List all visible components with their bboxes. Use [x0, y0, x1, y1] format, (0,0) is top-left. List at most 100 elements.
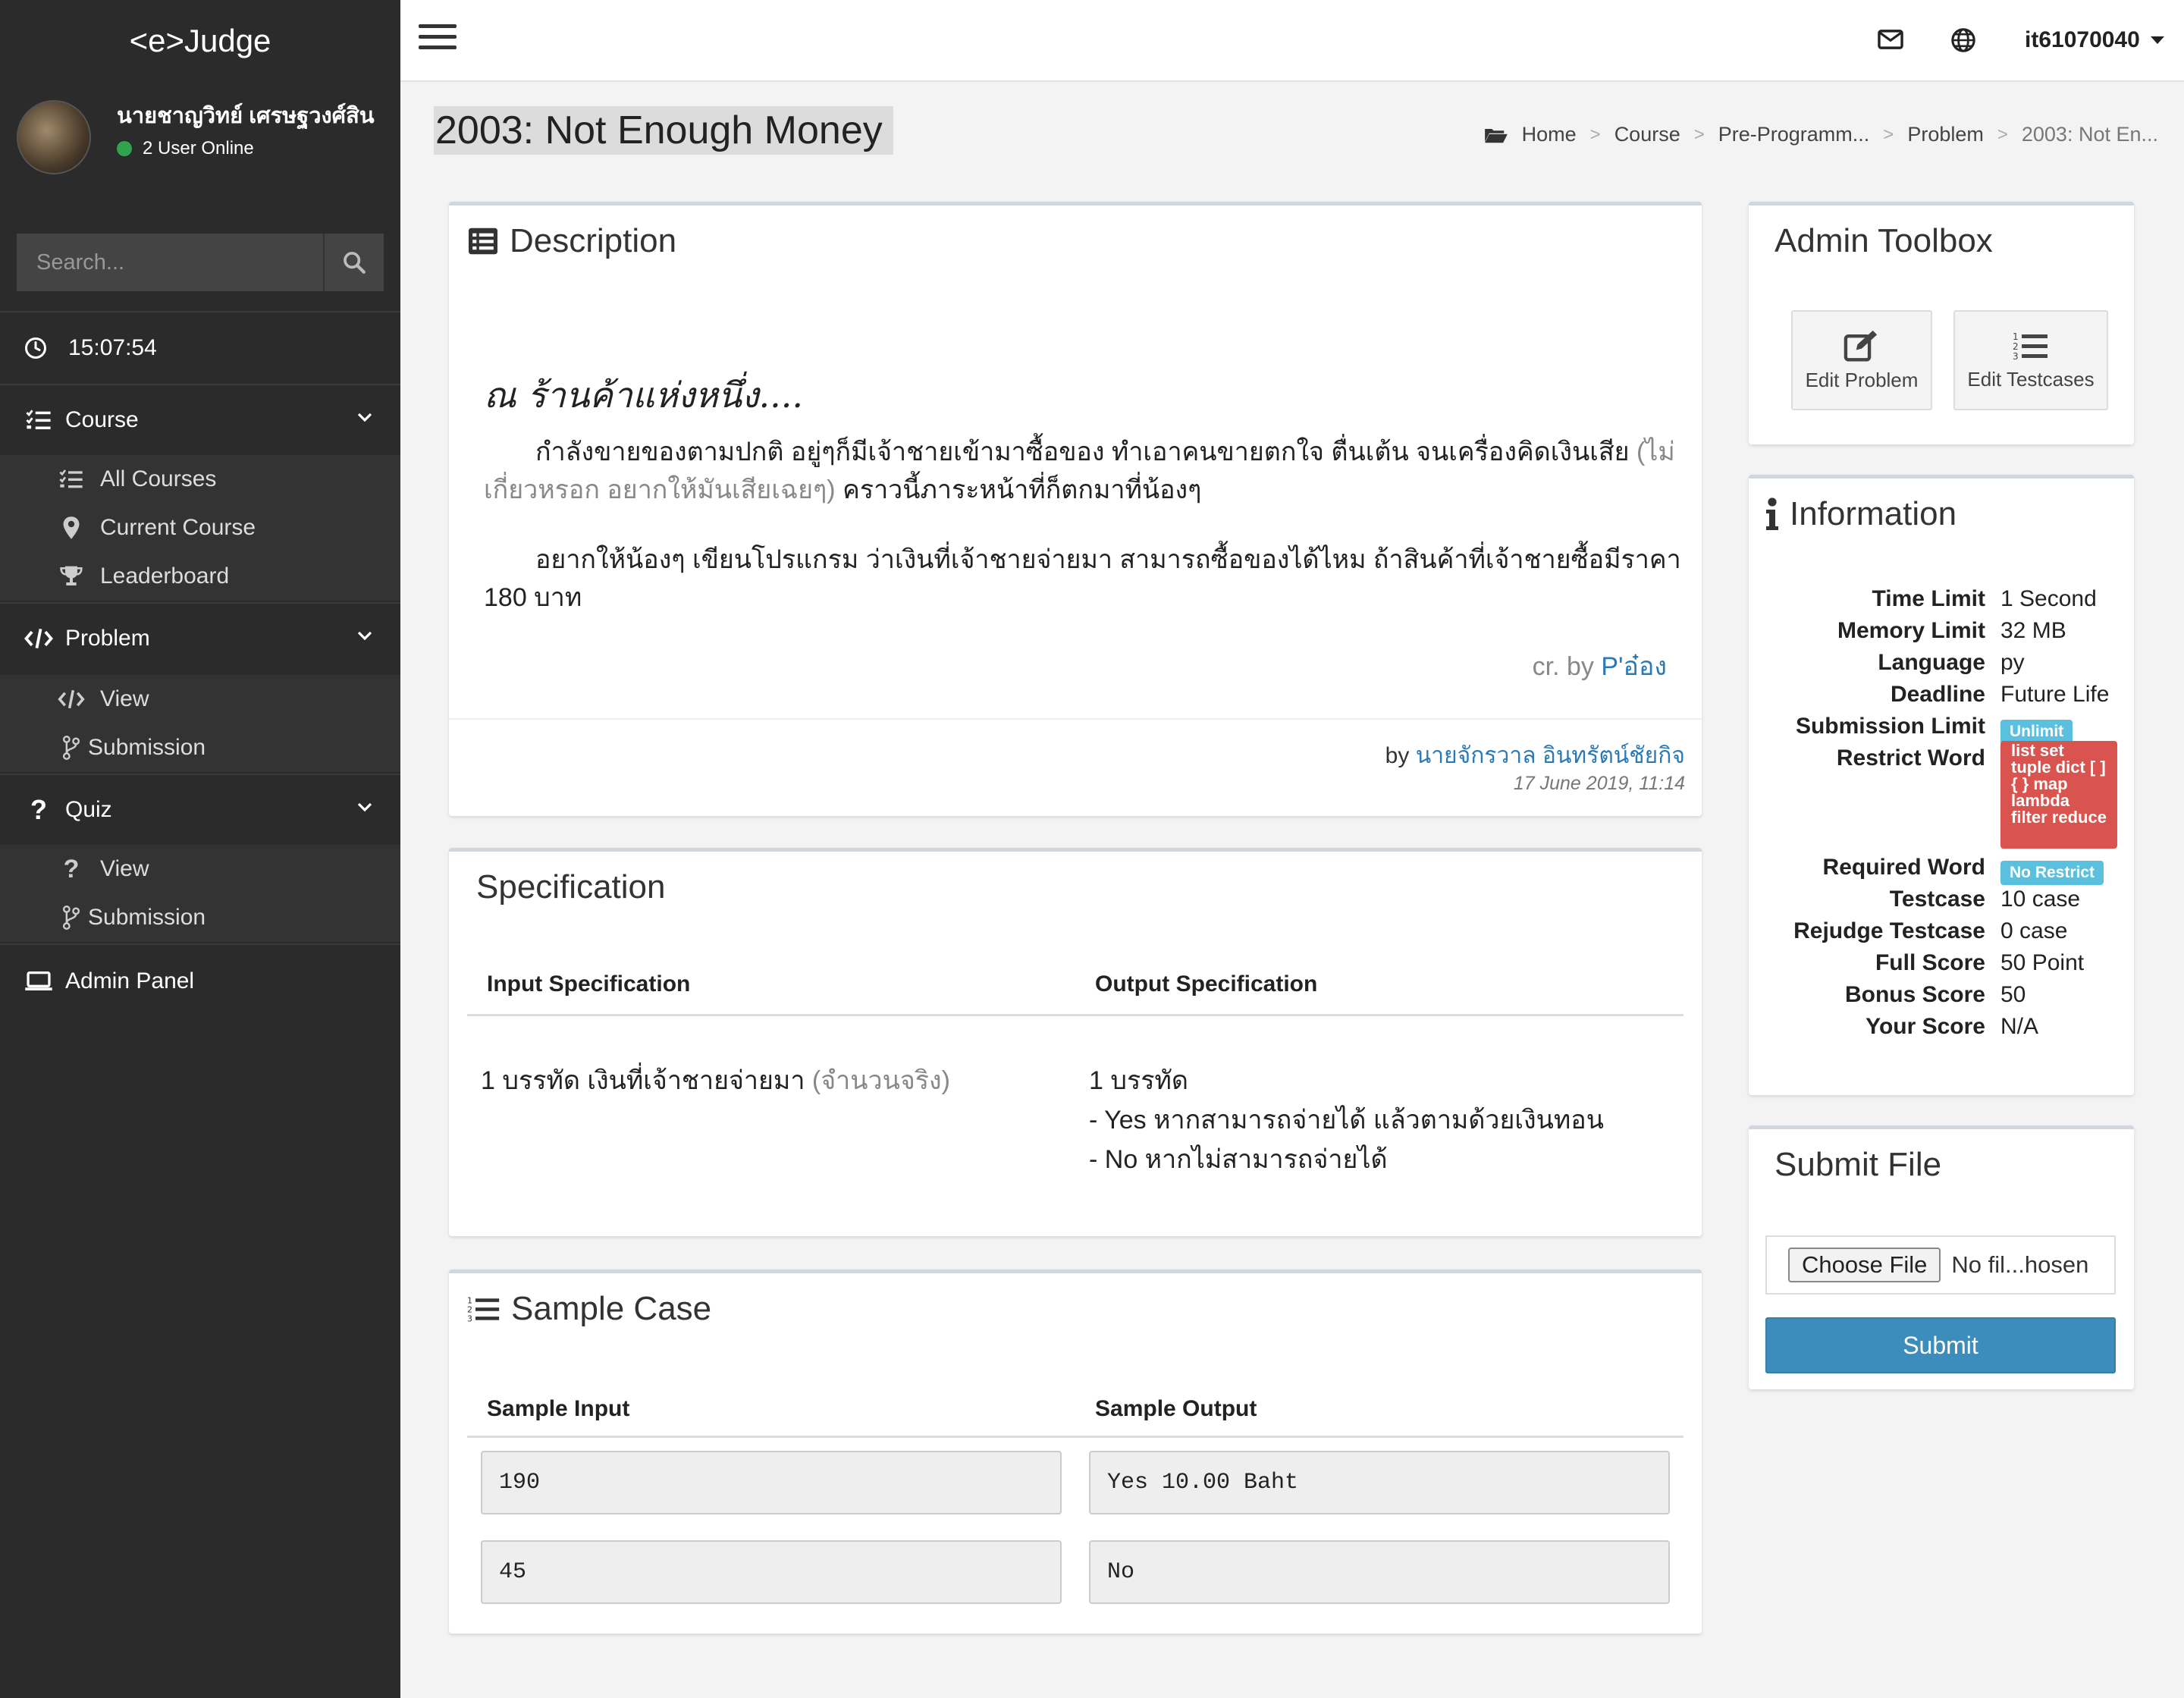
paragraph-text: คราวนี้ภาระหน้าที่ก็ตกมาที่น้องๆ: [843, 476, 1202, 504]
info-icon: [1766, 497, 1778, 530]
list-check-icon: [26, 410, 51, 430]
info-key: Restrict Word: [1836, 745, 1985, 771]
info-row-full-score: Full Score 50 Point: [1749, 950, 2134, 982]
info-key: Language: [1878, 650, 1985, 675]
language-button[interactable]: [1950, 27, 1976, 57]
breadcrumb-course[interactable]: Course: [1614, 123, 1680, 146]
search-input[interactable]: [17, 234, 323, 291]
info-row-required-word: Required Word No Restrict: [1749, 855, 2134, 887]
output-spec-line: - Yes หากสามารถจ่ายได้ แล้วตามด้วยเงินทอ…: [1089, 1106, 1604, 1135]
envelope-icon: [1878, 30, 1903, 49]
user-panel: นายชาญวิทย์ เศรษฐวงศ์สิน 2 User Online: [0, 82, 400, 193]
menu-quiz[interactable]: ? Quiz: [0, 780, 400, 840]
author-link[interactable]: นายจักรวาล อินทรัตน์ชัยกิจ: [1416, 743, 1685, 768]
svg-text:3: 3: [2013, 351, 2019, 362]
info-value: 50 Point: [2000, 950, 2085, 975]
menu-course-label: Course: [65, 407, 139, 432]
description-paragraph-2: อยากให้น้องๆ เขียนโปรแกรม ว่าเงินที่เจ้า…: [484, 545, 1681, 612]
page-title: 2003: Not Enough Money: [434, 106, 893, 155]
edit-problem-button[interactable]: Edit Problem: [1791, 310, 1932, 410]
menu-admin-panel[interactable]: Admin Panel: [0, 951, 400, 1012]
edit-icon: [1844, 330, 1878, 362]
info-key: Required Word: [1822, 855, 1985, 880]
user-menu[interactable]: it61070040: [2025, 27, 2164, 53]
publish-date: 17 June 2019, 11:14: [1513, 773, 1685, 794]
sidebar-item-label: Leaderboard: [100, 563, 230, 588]
sidebar-item-label: All Courses: [100, 466, 217, 491]
online-status: 2 User Online: [117, 138, 405, 159]
menu-quiz-label: Quiz: [65, 797, 112, 822]
laptop-icon: [25, 971, 52, 991]
sidebar-item-label: Submission: [88, 905, 206, 930]
submit-file-box: Submit File Choose File No fil...hosen S…: [1749, 1125, 2134, 1389]
sample-case-title: Sample Case: [511, 1290, 712, 1327]
info-key: Rejudge Testcase: [1793, 918, 1985, 943]
sidebar-item-problem-view[interactable]: View: [0, 675, 400, 723]
file-input[interactable]: Choose File No fil...hosen: [1765, 1235, 2116, 1295]
info-value: 10 case: [2000, 887, 2081, 912]
admin-toolbox: Admin Toolbox Edit Problem 123 Edit Test…: [1749, 202, 2134, 444]
map-marker-icon: [63, 516, 80, 539]
branch-icon: [62, 736, 80, 760]
brand-logo[interactable]: <e>Judge: [0, 0, 400, 82]
submit-button[interactable]: Submit: [1765, 1317, 2116, 1373]
choose-file-button[interactable]: Choose File: [1788, 1248, 1941, 1282]
specification-box: Specification Input Specification Output…: [449, 848, 1702, 1236]
hamburger-menu-icon[interactable]: [419, 24, 457, 56]
sidebar-item-quiz-submission[interactable]: Submission: [0, 893, 400, 942]
breadcrumb-home[interactable]: Home: [1522, 123, 1577, 146]
code-icon: [24, 628, 53, 649]
online-text: 2 User Online: [143, 138, 254, 159]
folder-open-icon: [1484, 128, 1508, 143]
avatar: [17, 100, 91, 174]
credit: cr. by P'อ๋อง: [1533, 645, 1667, 686]
edit-testcases-button[interactable]: 123 Edit Testcases: [1953, 310, 2108, 410]
menu-problem-label: Problem: [65, 626, 150, 651]
svg-text:2: 2: [2013, 341, 2019, 352]
chevron-down-icon: [357, 802, 372, 812]
menu-problem[interactable]: Problem: [0, 608, 400, 669]
credit-link[interactable]: P'อ๋อง: [1601, 652, 1667, 681]
breadcrumb-course-name[interactable]: Pre-Programm...: [1718, 123, 1870, 146]
sidebar-item-quiz-view[interactable]: ? View: [0, 845, 400, 893]
list-icon: [59, 469, 83, 488]
sidebar-item-problem-submission[interactable]: Submission: [0, 723, 400, 772]
output-spec-header: Output Specification: [1095, 971, 1318, 997]
info-key: Bonus Score: [1844, 982, 1985, 1007]
info-row-language: Language py: [1749, 650, 2134, 682]
info-value: N/A: [2000, 1014, 2039, 1039]
sidebar-item-leaderboard[interactable]: Leaderboard: [0, 552, 400, 601]
globe-icon: [1951, 28, 1975, 52]
breadcrumb-problem[interactable]: Problem: [1907, 123, 1984, 146]
messages-button[interactable]: [1878, 29, 1903, 54]
admin-toolbox-title: Admin Toolbox: [1774, 222, 1993, 259]
info-row-your-score: Your Score N/A: [1749, 1014, 2134, 1046]
info-key: Full Score: [1875, 950, 1985, 975]
sample-input-2[interactable]: 45: [481, 1540, 1062, 1604]
search-button[interactable]: [323, 234, 384, 291]
sample-output-header: Sample Output: [1095, 1396, 1257, 1421]
description-title: Description: [510, 222, 677, 259]
menu-course[interactable]: Course: [0, 390, 400, 450]
info-value: py: [2000, 650, 2025, 675]
submit-file-title: Submit File: [1774, 1146, 1942, 1183]
quiz-submenu: ? View Submission: [0, 845, 400, 942]
trophy-icon: [60, 566, 83, 585]
sample-output-1[interactable]: Yes 10.00 Baht: [1089, 1451, 1670, 1514]
caret-down-icon: [2150, 36, 2164, 44]
sidebar-item-all-courses[interactable]: All Courses: [0, 455, 400, 504]
input-spec-aside: (จำนวนจริง): [811, 1066, 950, 1095]
info-value: 1 Second: [2000, 586, 2097, 611]
sample-input-1[interactable]: 190: [481, 1451, 1062, 1514]
output-spec-text: 1 บรรทัด - Yes หากสามารถจ่ายได้ แล้วตามด…: [1089, 1061, 1604, 1179]
branch-icon: [62, 905, 80, 930]
sample-output-2[interactable]: No: [1089, 1540, 1670, 1604]
info-row-rejudge-testcase: Rejudge Testcase 0 case: [1749, 918, 2134, 950]
chevron-down-icon: [357, 631, 372, 641]
edit-problem-label: Edit Problem: [1805, 368, 1919, 391]
info-key: Your Score: [1866, 1014, 1985, 1039]
list-ol-icon: 123: [467, 1296, 500, 1323]
sidebar-item-current-course[interactable]: Current Course: [0, 504, 400, 552]
information-header: Information: [1764, 495, 1956, 533]
svg-text:1: 1: [2013, 331, 2019, 342]
